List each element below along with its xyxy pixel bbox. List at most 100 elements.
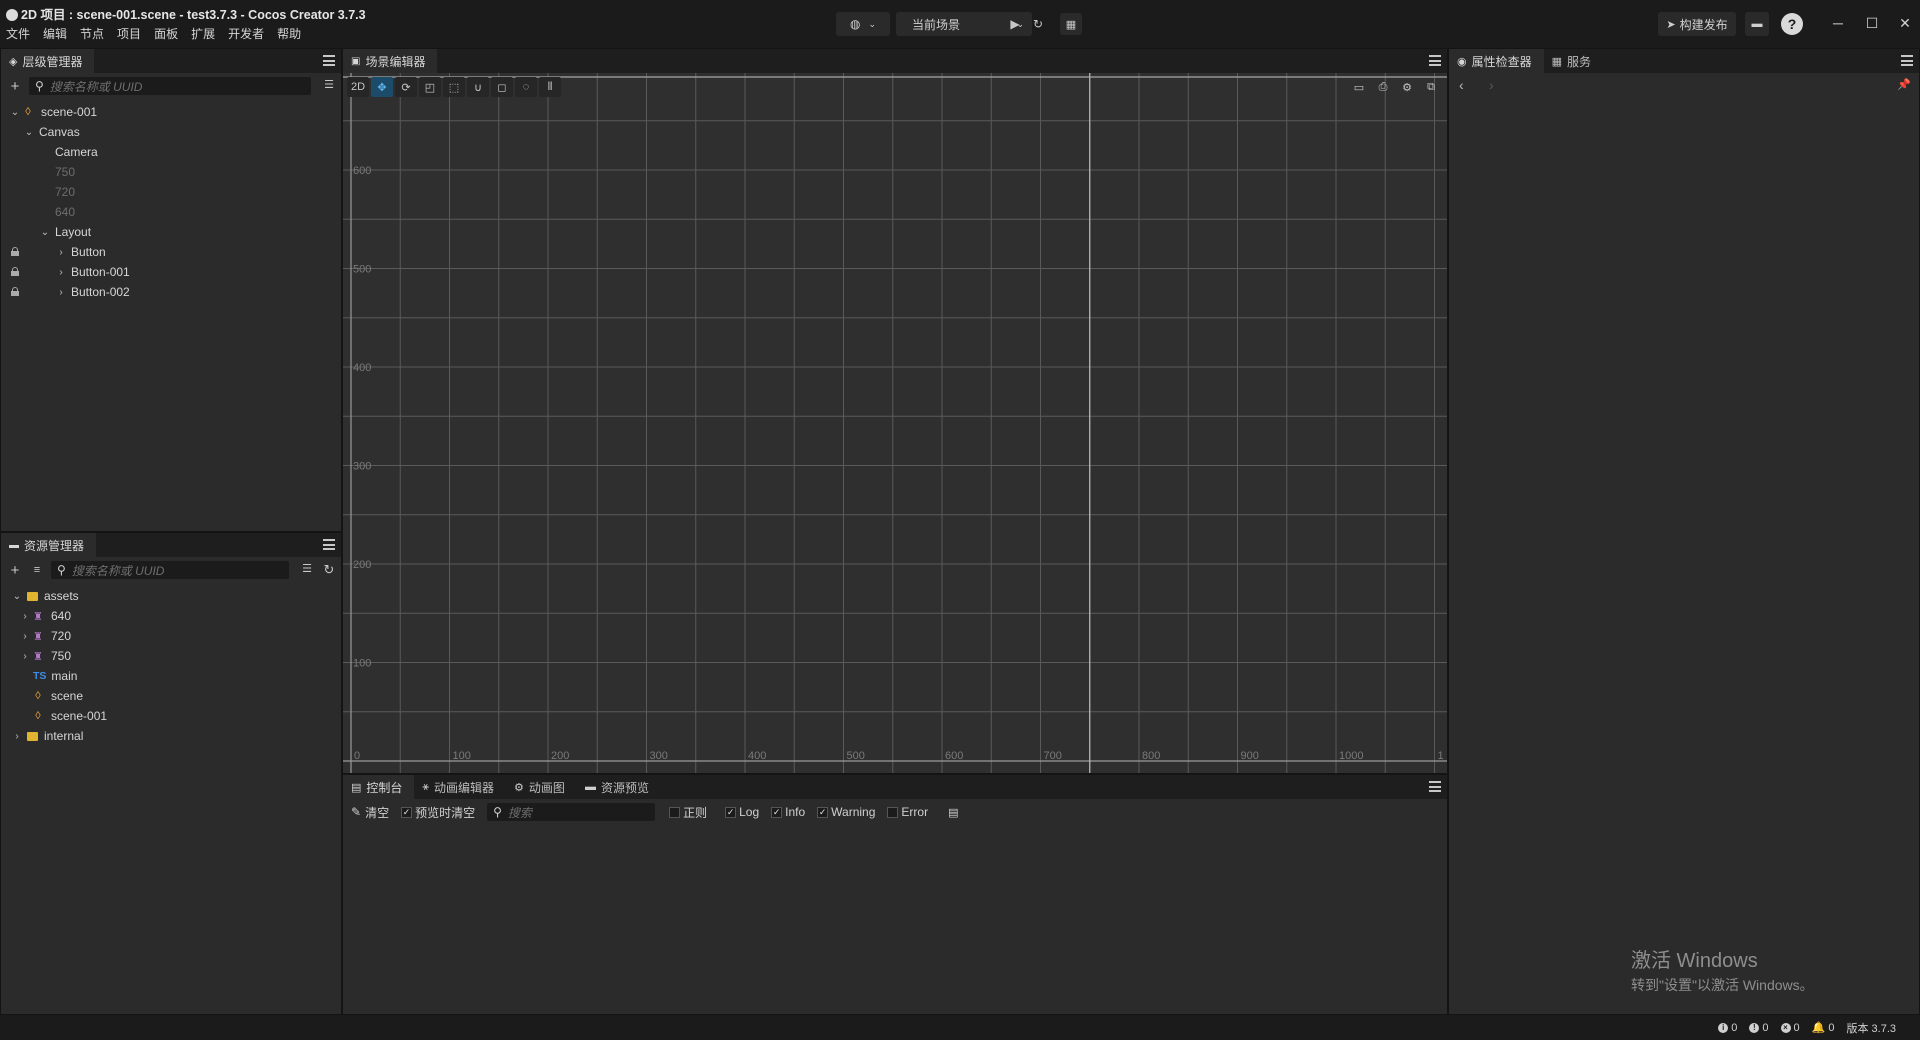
console-search-input[interactable]: ⚲ 搜索 [487, 803, 656, 821]
gizmo-icon[interactable]: ⧉ [1421, 77, 1441, 97]
sort-list-button[interactable]: ☰ [321, 78, 337, 91]
asset-image-750[interactable]: › ♜ 750 [1, 646, 341, 666]
sort-button[interactable]: ≡ [29, 564, 45, 576]
error-count[interactable]: × 0 [1780, 1022, 1800, 1034]
tree-node-720[interactable]: 720 [1, 182, 341, 202]
tree-node-640[interactable]: 640 [1, 202, 341, 222]
warning-count[interactable]: ! 0 [1749, 1022, 1769, 1034]
asset-scene[interactable]: ◊ scene [1, 686, 341, 706]
tab-services[interactable]: ▦ 服务 [1543, 49, 1604, 73]
panel-menu-icon[interactable] [1901, 55, 1913, 66]
chevron-right-icon[interactable]: › [55, 287, 67, 298]
lock-icon[interactable] [11, 247, 19, 256]
chevron-right-icon[interactable]: › [19, 651, 31, 662]
refresh-button[interactable]: ↻ [1027, 13, 1049, 35]
pivot-tool-icon[interactable]: ◻ [491, 77, 513, 97]
menu-developer[interactable]: 开发者 [228, 25, 264, 42]
panel-menu-icon[interactable] [1429, 55, 1441, 66]
menu-node[interactable]: 节点 [80, 25, 104, 42]
maximize-button[interactable]: ☐ [1857, 12, 1887, 34]
add-asset-button[interactable]: + [7, 562, 23, 579]
qr-code-button[interactable]: ▦ [1060, 13, 1082, 35]
chevron-down-icon[interactable]: ⌄ [39, 227, 51, 238]
info-count[interactable]: i0 [1718, 1022, 1737, 1034]
chevron-right-icon[interactable]: › [19, 611, 31, 622]
scene-viewport[interactable]: 0 100 200 300 400 500 600 700 800 900 1000 1 600 500 4… [343, 73, 1447, 773]
tree-node-scene[interactable]: ⌄ ◊ scene-001 [1, 102, 341, 122]
warning-checkbox[interactable]: ✓ Warning [817, 805, 875, 819]
tab-assets[interactable]: ▬ 资源管理器 [1, 533, 97, 557]
scale-tool-icon[interactable]: ◰ [419, 77, 441, 97]
camera-icon[interactable]: ⎙ [1373, 77, 1393, 97]
close-button[interactable]: ✕ [1890, 12, 1920, 34]
tab-console[interactable]: ▤ 控制台 [343, 775, 415, 799]
panel-menu-icon[interactable] [1429, 781, 1441, 792]
tree-node-750[interactable]: 750 [1, 162, 341, 182]
menu-extension[interactable]: 扩展 [191, 25, 215, 42]
tree-node-button-001[interactable]: › Button-001 [1, 262, 341, 282]
info-checkbox[interactable]: ✓ Info [771, 805, 805, 819]
preview-platform-select[interactable]: ◍ ⌄ [836, 12, 890, 36]
clear-on-preview-checkbox[interactable]: ✓ 预览时清空 [401, 804, 475, 821]
rect-tool-icon[interactable]: ⬚ [443, 77, 465, 97]
tab-animation-editor[interactable]: ⚹ 动画编辑器 [414, 775, 507, 799]
menu-panel[interactable]: 面板 [154, 25, 178, 42]
mode-2d-button[interactable]: 2D [347, 77, 369, 97]
tab-scene-editor[interactable]: ▣ 场景编辑器 [343, 49, 438, 73]
tab-hierarchy[interactable]: ◈ 层级管理器 [1, 49, 95, 73]
menu-edit[interactable]: 编辑 [43, 25, 67, 42]
gear-icon[interactable]: ⚙ [1397, 77, 1417, 97]
play-button[interactable]: ▶ [1004, 13, 1026, 35]
tree-node-layout[interactable]: ⌄ Layout [1, 222, 341, 242]
asset-image-720[interactable]: › ♜ 720 [1, 626, 341, 646]
refresh-button[interactable]: ↻ [321, 562, 337, 578]
menu-help[interactable]: 帮助 [277, 25, 301, 42]
notification-count[interactable]: 🔔 0 [1812, 1021, 1835, 1035]
log-checkbox[interactable]: ✓ Log [725, 805, 759, 819]
asset-script-main[interactable]: TS main [1, 666, 341, 686]
frame-icon[interactable]: ▭ [1349, 77, 1369, 97]
lock-icon[interactable] [11, 267, 19, 276]
tree-node-button[interactable]: › Button [1, 242, 341, 262]
asset-image-640[interactable]: › ♜ 640 [1, 606, 341, 626]
chevron-right-icon[interactable]: › [11, 731, 23, 742]
minimize-button[interactable]: ─ [1823, 12, 1853, 34]
tab-inspector[interactable]: ◉ 属性检查器 [1449, 49, 1544, 73]
error-checkbox[interactable]: Error [887, 805, 928, 819]
forward-arrow-icon[interactable]: › [1489, 77, 1494, 93]
regex-checkbox[interactable]: 正则 [669, 804, 707, 821]
back-arrow-icon[interactable]: ‹ [1459, 77, 1464, 93]
rotate-tool-icon[interactable]: ⟳ [395, 77, 417, 97]
add-node-button[interactable]: + [7, 78, 23, 95]
help-button[interactable]: ? [1781, 13, 1803, 35]
snap-tool-icon[interactable]: ∪ [467, 77, 489, 97]
list-view-button[interactable]: ☰ [299, 562, 315, 575]
chevron-down-icon[interactable]: ⌄ [23, 127, 35, 138]
panel-menu-icon[interactable] [323, 539, 335, 550]
lock-icon[interactable] [11, 287, 19, 296]
asset-scene-001[interactable]: ◊ scene-001 [1, 706, 341, 726]
build-button[interactable]: ➤ 构建发布 [1658, 12, 1736, 36]
panel-menu-icon[interactable] [323, 55, 335, 66]
tab-animation-graph[interactable]: ⚙ 动画图 [506, 775, 577, 799]
menu-file[interactable]: 文件 [6, 25, 30, 42]
asset-folder-assets[interactable]: ⌄ assets [1, 586, 341, 606]
menu-project[interactable]: 项目 [117, 25, 141, 42]
tab-asset-preview[interactable]: ▬ 资源预览 [576, 775, 661, 799]
tree-node-button-002[interactable]: › Button-002 [1, 282, 341, 302]
pin-icon[interactable]: 📌 [1897, 78, 1911, 91]
chevron-right-icon[interactable]: › [55, 267, 67, 278]
hierarchy-search-input[interactable]: ⚲ 搜索名称或 UUID [29, 77, 311, 95]
move-tool-icon[interactable]: ✥ [371, 77, 393, 97]
tree-node-canvas[interactable]: ⌄ Canvas [1, 122, 341, 142]
align-tool-icon[interactable]: ⫴ [539, 77, 561, 97]
chevron-right-icon[interactable]: › [19, 631, 31, 642]
tree-node-camera[interactable]: Camera [1, 142, 341, 162]
chevron-down-icon[interactable]: ⌄ [9, 107, 21, 118]
chevron-right-icon[interactable]: › [55, 247, 67, 258]
open-project-folder-button[interactable]: ▬ [1745, 12, 1769, 36]
asset-folder-internal[interactable]: › internal [1, 726, 341, 746]
clear-button[interactable]: ✎ 清空 [351, 804, 389, 821]
chevron-down-icon[interactable]: ⌄ [11, 591, 23, 602]
local-global-icon[interactable]: ◌ [515, 77, 537, 97]
